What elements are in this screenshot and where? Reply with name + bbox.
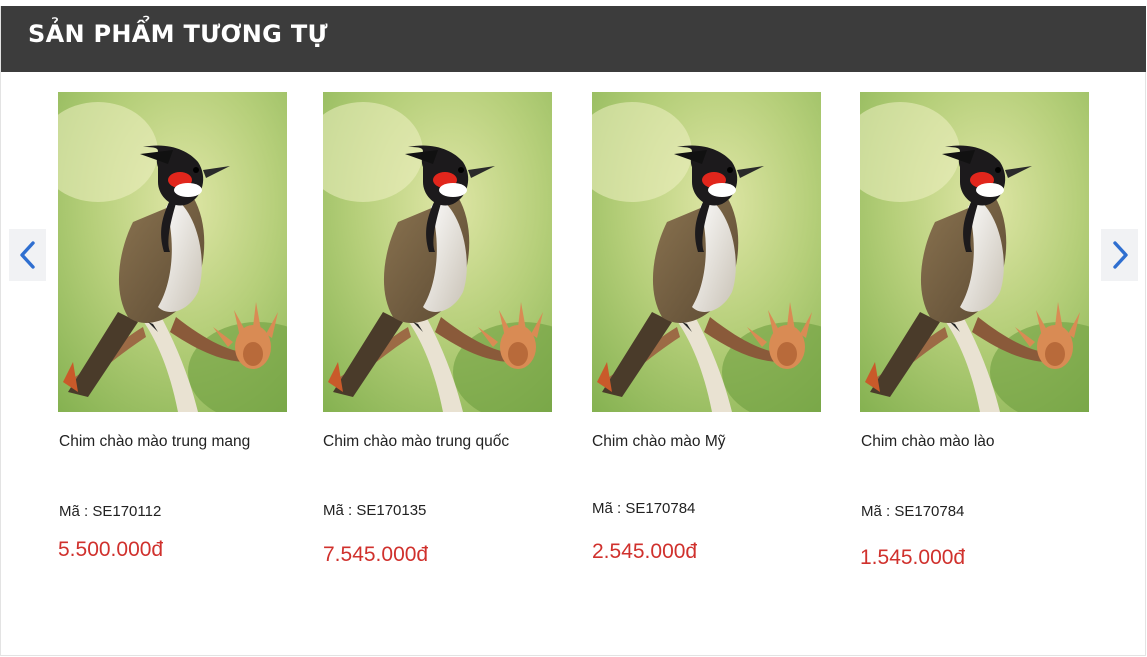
section-header: SẢN PHẨM TƯƠNG TỰ bbox=[1, 6, 1146, 72]
product-price: 2.545.000đ bbox=[592, 540, 698, 563]
product-image[interactable] bbox=[592, 92, 821, 412]
product-price: 7.545.000đ bbox=[323, 543, 429, 566]
product-name[interactable]: Chim chào mào lào bbox=[861, 433, 995, 451]
product-code: Mã : SE170784 bbox=[861, 503, 965, 520]
chevron-left-icon bbox=[19, 241, 35, 269]
product-image[interactable] bbox=[860, 92, 1089, 412]
product-name[interactable]: Chim chào mào trung mang bbox=[59, 433, 250, 451]
product-code: Mã : SE170784 bbox=[592, 500, 696, 517]
product-image[interactable] bbox=[58, 92, 287, 412]
product-name[interactable]: Chim chào mào trung quốc bbox=[323, 433, 509, 451]
section-title: SẢN PHẨM TƯƠNG TỰ bbox=[28, 20, 328, 48]
product-code: Mã : SE170135 bbox=[323, 502, 427, 519]
product-code: Mã : SE170112 bbox=[59, 503, 162, 520]
product-image[interactable] bbox=[323, 92, 552, 412]
carousel-next-button[interactable] bbox=[1101, 229, 1138, 281]
product-name[interactable]: Chim chào mào Mỹ bbox=[592, 433, 726, 451]
product-price: 5.500.000đ bbox=[58, 538, 164, 561]
carousel-prev-button[interactable] bbox=[9, 229, 46, 281]
chevron-right-icon bbox=[1112, 241, 1128, 269]
product-price: 1.545.000đ bbox=[860, 546, 966, 569]
